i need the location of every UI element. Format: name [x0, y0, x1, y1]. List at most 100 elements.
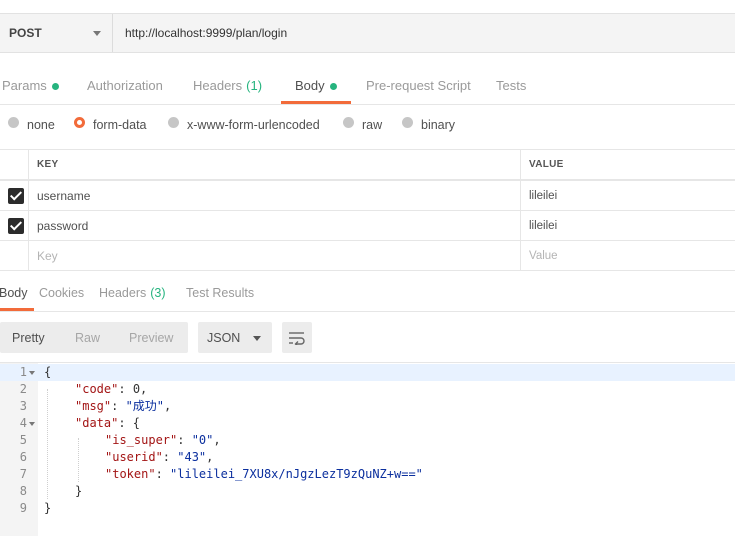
json-key: "data"	[75, 416, 119, 430]
value-input[interactable]: lileilei	[521, 211, 735, 240]
code-line: 3 "msg": "成功",	[0, 398, 735, 415]
radio-label: none	[27, 118, 55, 132]
headers-count: (3)	[150, 286, 166, 300]
tab-label: Authorization	[87, 78, 163, 93]
json-value: "0"	[191, 433, 214, 447]
code-line: 7 "token": "lileilei_7XU8x/nJgzLezT9zQuN…	[0, 466, 735, 483]
radio-checked-icon	[74, 116, 85, 128]
tab-label: Tests	[496, 78, 527, 93]
pretty-button[interactable]: Pretty	[12, 322, 45, 353]
code-text: "token": "lileilei_7XU8x/nJgzLezT9zQuNZ+…	[105, 467, 423, 481]
json-key: "token"	[105, 467, 156, 481]
tab-label: Headers	[99, 286, 147, 300]
tab-response-headers[interactable]: Headers (3)	[99, 281, 166, 311]
code-text: "data": {	[75, 416, 141, 430]
response-code-viewer[interactable]: 1 { 2 "code": 0, 3 "msg": "成功", 4 "data"…	[0, 362, 735, 536]
json-brace: {	[44, 365, 52, 379]
tab-headers[interactable]: Headers (1)	[193, 72, 262, 104]
json-key: "msg"	[75, 399, 112, 413]
tab-params[interactable]: Params	[2, 72, 59, 104]
body-type-options: none form-data x-www-form-urlencoded raw…	[0, 114, 735, 138]
headers-count: (1)	[246, 78, 263, 93]
json-value: "成功"	[125, 399, 165, 413]
code-text: "userid": "43",	[105, 450, 214, 464]
code-line: 4 "data": {	[0, 415, 735, 432]
fold-arrow-icon[interactable]	[29, 371, 35, 375]
code-text: }	[75, 483, 82, 500]
radio-label: raw	[362, 118, 383, 132]
value-column-header: VALUE	[529, 159, 564, 170]
divider	[0, 104, 735, 105]
request-bar: POST http://localhost:9999/plan/login	[0, 13, 735, 53]
json-value: "43"	[177, 450, 207, 464]
code-line: 9 }	[0, 500, 735, 517]
tab-body[interactable]: Body	[281, 72, 351, 104]
line-number: 3	[19, 399, 27, 413]
key-input[interactable]: username	[29, 181, 521, 210]
tab-response-body[interactable]: Body	[0, 281, 33, 311]
radio-none[interactable]: none	[8, 114, 55, 136]
line-number: 4	[19, 416, 27, 430]
tab-tests[interactable]: Tests	[496, 72, 526, 104]
radio-x-www-form-urlencoded[interactable]: x-www-form-urlencoded	[168, 114, 320, 136]
new-key-input[interactable]: Key	[29, 241, 521, 270]
format-label: JSON	[207, 330, 241, 345]
radio-label: form-data	[93, 118, 147, 132]
code-line: 2 "code": 0,	[0, 381, 735, 398]
chevron-down-icon	[253, 336, 261, 341]
tab-pre-request-script[interactable]: Pre-request Script	[366, 72, 471, 104]
new-value-input[interactable]: Value	[521, 241, 735, 270]
radio-label: binary	[421, 118, 456, 132]
code-text: {	[44, 364, 51, 381]
line-number: 9	[19, 501, 27, 515]
method-label: POST	[9, 26, 42, 40]
line-number: 2	[19, 382, 27, 396]
body-indicator-dot	[329, 83, 337, 90]
radio-label: x-www-form-urlencoded	[187, 118, 320, 132]
tab-label: Cookies	[39, 286, 85, 300]
tab-label: Body	[0, 286, 28, 300]
json-brace: }	[75, 484, 83, 498]
json-key: "code"	[75, 382, 119, 396]
tab-test-results[interactable]: Test Results	[186, 281, 254, 311]
raw-button[interactable]: Raw	[75, 322, 100, 353]
json-brace: }	[44, 501, 52, 515]
tab-label: Params	[2, 78, 47, 93]
checkbox-checked-icon[interactable]	[8, 218, 24, 234]
check-column-header	[0, 150, 29, 179]
json-value: "lileilei_7XU8x/nJgzLezT9zQuNZ+w=="	[170, 467, 423, 481]
code-line: 6 "userid": "43",	[0, 449, 735, 466]
code-text: "is_super": "0",	[105, 433, 221, 447]
table-row: username lileilei	[0, 181, 735, 211]
json-key: "userid"	[105, 450, 163, 464]
response-toolbar: Pretty Raw Preview JSON	[0, 322, 735, 353]
radio-icon	[168, 116, 179, 128]
table-row-new: Key Value	[0, 241, 735, 271]
value-input[interactable]: lileilei	[521, 181, 735, 210]
tab-cookies[interactable]: Cookies	[39, 281, 84, 311]
url-input[interactable]: http://localhost:9999/plan/login	[125, 14, 287, 52]
tab-label: Headers	[193, 78, 243, 93]
code-line: 8 }	[0, 483, 735, 500]
wrap-lines-icon	[289, 331, 305, 345]
line-number: 7	[19, 467, 27, 481]
checkbox-checked-icon[interactable]	[8, 188, 24, 204]
radio-form-data[interactable]: form-data	[74, 114, 147, 136]
radio-binary[interactable]: binary	[402, 114, 455, 136]
format-select[interactable]: JSON	[198, 322, 272, 353]
fold-arrow-icon[interactable]	[29, 422, 35, 426]
row-check-cell	[0, 181, 29, 210]
radio-raw[interactable]: raw	[343, 114, 382, 136]
method-select[interactable]: POST	[0, 14, 113, 52]
key-input[interactable]: password	[29, 211, 521, 240]
line-number: 5	[19, 433, 27, 447]
preview-button[interactable]: Preview	[129, 322, 173, 353]
row-check-cell	[0, 211, 29, 240]
wrap-lines-button[interactable]	[282, 322, 312, 353]
table-header-row: KEY VALUE	[0, 150, 735, 181]
tab-authorization[interactable]: Authorization	[87, 72, 163, 104]
line-number: 6	[19, 450, 27, 464]
chevron-down-icon	[93, 31, 101, 36]
tab-label: Test Results	[186, 286, 255, 300]
request-tabs: Params Authorization Headers (1) Body Pre…	[0, 72, 735, 104]
